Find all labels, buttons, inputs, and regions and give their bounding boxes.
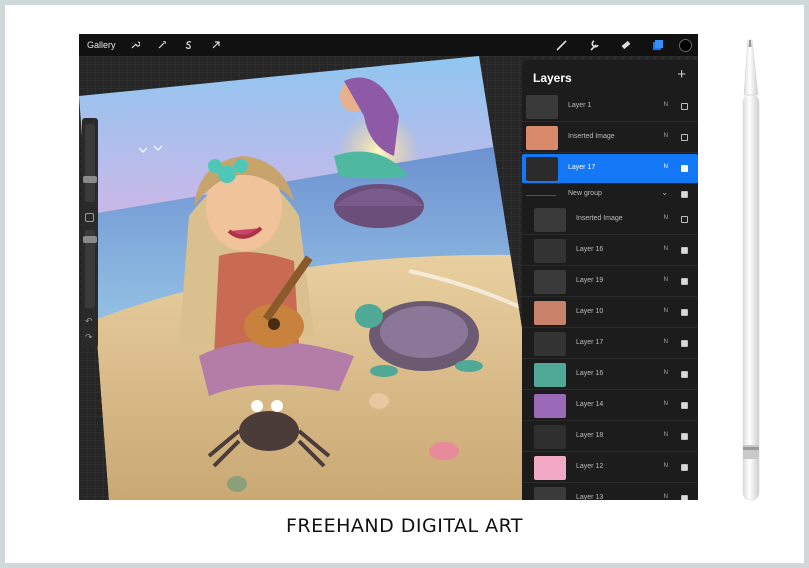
blend-mode-label[interactable]: N <box>664 432 668 438</box>
layer-thumbnail <box>534 456 566 480</box>
blend-mode-label[interactable]: N <box>664 339 668 345</box>
wrench-icon[interactable] <box>128 38 142 52</box>
layer-thumbnail <box>534 208 566 232</box>
layer-name: Layer 1 <box>568 102 592 109</box>
visibility-checkbox[interactable] <box>681 216 688 223</box>
layer-name: Inserted Image <box>568 133 615 140</box>
caption: FREEHAND DIGITAL ART <box>285 515 524 537</box>
gallery-button[interactable]: Gallery <box>87 40 116 50</box>
layer-thumbnail <box>526 95 558 119</box>
apple-pencil-image <box>742 39 760 501</box>
blend-mode-label[interactable]: N <box>664 164 668 170</box>
group-name: New group <box>568 190 602 197</box>
top-toolbar: Gallery <box>79 34 698 56</box>
brush-size-handle[interactable] <box>83 176 97 183</box>
layer-thumbnail <box>534 270 566 294</box>
layer-row[interactable]: Inserted Image N <box>522 205 698 235</box>
layer-row[interactable]: Layer 1 N <box>522 92 698 122</box>
layer-name: Layer 16 <box>576 370 604 377</box>
layers-title: Layers <box>533 71 572 85</box>
layer-row[interactable]: Layer 16 N <box>522 236 698 266</box>
add-layer-button[interactable]: + <box>677 66 686 83</box>
layer-row[interactable]: Layer 13 N <box>522 484 698 500</box>
blend-mode-label[interactable]: N <box>664 308 668 314</box>
visibility-checkbox[interactable] <box>681 495 688 500</box>
layer-name: Layer 13 <box>576 494 604 500</box>
layer-row[interactable]: Layer 19 N <box>522 267 698 297</box>
layer-name: Layer 19 <box>576 277 604 284</box>
blend-mode-label[interactable]: N <box>664 215 668 221</box>
layer-thumbnail <box>534 394 566 418</box>
layer-name: Layer 18 <box>576 432 604 439</box>
layer-name: Layer 17 <box>568 164 596 171</box>
visibility-checkbox[interactable] <box>681 464 688 471</box>
undo-icon[interactable]: ↶ <box>85 316 93 327</box>
layer-row[interactable]: Layer 10 N <box>522 298 698 328</box>
redo-icon[interactable]: ↷ <box>85 332 93 343</box>
layer-name: Layer 12 <box>576 463 604 470</box>
layer-row[interactable]: Layer 18 N <box>522 422 698 452</box>
layer-thumbnail <box>534 239 566 263</box>
visibility-checkbox[interactable] <box>681 371 688 378</box>
illustration <box>79 56 549 500</box>
layer-thumbnail <box>534 301 566 325</box>
blend-mode-label[interactable]: N <box>664 401 668 407</box>
eraser-icon[interactable] <box>617 37 633 53</box>
visibility-checkbox[interactable] <box>681 165 688 172</box>
visibility-checkbox[interactable] <box>681 103 688 110</box>
left-sidebar: ↶ ↷ <box>82 118 98 348</box>
layer-thumbnail <box>534 363 566 387</box>
visibility-checkbox[interactable] <box>681 309 688 316</box>
blend-mode-label[interactable]: N <box>664 102 668 108</box>
blend-mode-label[interactable]: N <box>664 370 668 376</box>
layer-thumbnail <box>526 126 558 150</box>
layer-name: Layer 17 <box>576 339 604 346</box>
layers-panel: Layers + Layer 1 N Inserted Image N Layer 17… <box>522 60 698 500</box>
brush-icon[interactable] <box>553 37 569 53</box>
blend-mode-label[interactable]: N <box>664 494 668 500</box>
brush-size-slider[interactable] <box>85 124 95 202</box>
layer-thumbnail <box>534 487 566 500</box>
transform-arrow-icon[interactable] <box>209 38 223 52</box>
visibility-checkbox[interactable] <box>681 340 688 347</box>
layer-thumbnail <box>534 332 566 356</box>
layer-thumbnail <box>534 425 566 449</box>
layer-name: Inserted Image <box>576 215 623 222</box>
layer-row[interactable]: Layer 17 N <box>522 329 698 359</box>
visibility-checkbox[interactable] <box>681 247 688 254</box>
opacity-handle[interactable] <box>83 236 97 243</box>
procreate-screen: Gallery ↶ ↷ Layers + Layer 1 N Inserted … <box>79 34 698 500</box>
blend-mode-label[interactable]: N <box>664 463 668 469</box>
modify-button[interactable] <box>85 213 94 222</box>
layer-thumbnail <box>526 157 558 181</box>
visibility-checkbox[interactable] <box>681 191 688 198</box>
layer-row[interactable]: Layer 14 N <box>522 391 698 421</box>
right-tools <box>537 37 692 53</box>
layer-name: Layer 10 <box>576 308 604 315</box>
layer-row[interactable]: Layer 16 N <box>522 360 698 390</box>
chevron-down-icon[interactable]: ⌄ <box>661 188 668 197</box>
blend-mode-label[interactable]: N <box>664 133 668 139</box>
smudge-icon[interactable] <box>585 37 601 53</box>
layer-group-row[interactable]: New group ⌄ <box>522 185 698 205</box>
visibility-checkbox[interactable] <box>681 402 688 409</box>
layers-icon[interactable] <box>649 37 665 53</box>
group-divider <box>526 195 556 196</box>
layer-row[interactable]: Layer 12 N <box>522 453 698 483</box>
visibility-checkbox[interactable] <box>681 278 688 285</box>
layer-row[interactable]: Inserted Image N <box>522 123 698 153</box>
visibility-checkbox[interactable] <box>681 134 688 141</box>
layer-name: Layer 16 <box>576 246 604 253</box>
color-picker-button[interactable] <box>679 38 692 52</box>
blend-mode-label[interactable]: N <box>664 246 668 252</box>
selection-icon[interactable] <box>182 38 196 52</box>
layer-name: Layer 14 <box>576 401 604 408</box>
magic-wand-icon[interactable] <box>155 38 169 52</box>
layers-header: Layers + <box>522 60 698 92</box>
layer-row[interactable]: Layer 17 N <box>522 154 698 184</box>
visibility-checkbox[interactable] <box>681 433 688 440</box>
blend-mode-label[interactable]: N <box>664 277 668 283</box>
